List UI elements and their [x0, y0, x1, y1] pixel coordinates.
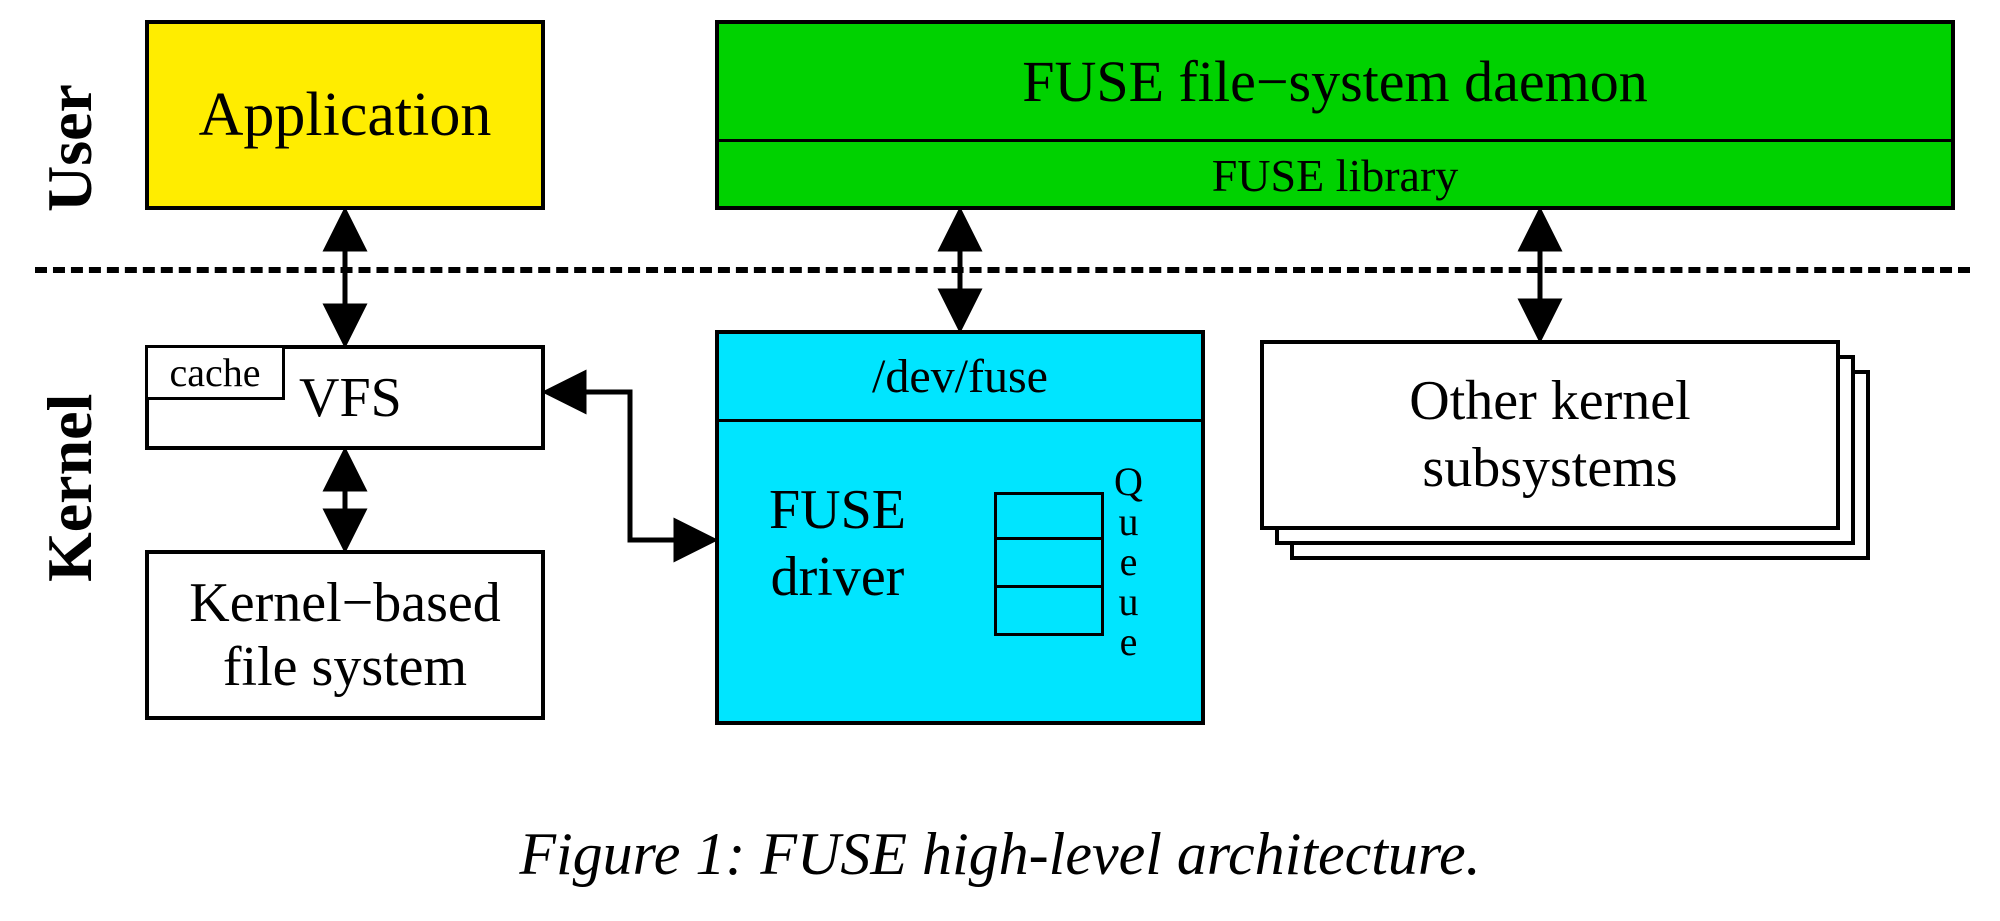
- queue-stack: [994, 492, 1104, 636]
- fuse-driver-box: /dev/fuse FUSE driver Q u e u e: [715, 330, 1205, 725]
- fuse-daemon-box: FUSE file−system daemon FUSE library: [715, 20, 1955, 210]
- arrow-vfs-fusedriver: [549, 392, 711, 540]
- application-label: Application: [199, 80, 492, 151]
- cache-box: cache: [145, 345, 285, 400]
- user-kernel-divider: [35, 267, 1970, 273]
- fuse-daemon-label: FUSE file−system daemon: [1022, 48, 1648, 115]
- kernel-fs-box: Kernel−based file system: [145, 550, 545, 720]
- queue-label: Q u e u e: [1114, 462, 1143, 662]
- fuse-driver-label-1: FUSE: [769, 477, 906, 544]
- other-kernel-label-2: subsystems: [1422, 435, 1677, 502]
- cache-label: cache: [169, 349, 260, 396]
- section-label-user: User: [33, 52, 107, 212]
- kernel-fs-label-2: file system: [223, 635, 467, 699]
- kernel-fs-label-1: Kernel−based: [189, 571, 500, 635]
- figure-caption: Figure 1: FUSE high-level architecture.: [0, 820, 2000, 889]
- other-kernel-label-1: Other kernel: [1409, 368, 1690, 435]
- application-box: Application: [145, 20, 545, 210]
- vfs-label: VFS: [299, 366, 402, 430]
- fuse-driver-label-2: driver: [769, 544, 906, 611]
- dev-fuse-label: /dev/fuse: [872, 349, 1048, 404]
- diagram-canvas: User Kernel Application FUSE file−system…: [0, 0, 2000, 921]
- section-label-kernel: Kernel: [33, 382, 107, 582]
- fuse-library-label: FUSE library: [1212, 149, 1459, 202]
- other-kernel-box: Other kernel subsystems: [1260, 340, 1840, 530]
